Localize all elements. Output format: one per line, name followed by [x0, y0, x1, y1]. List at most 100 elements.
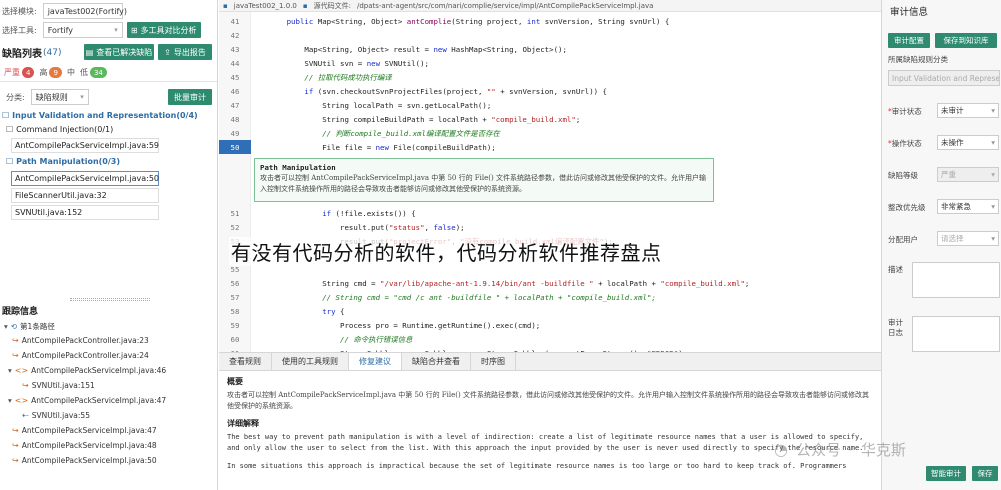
code-line[interactable]: 49 // 判断compile_build.xml编译配置文件是否存在 — [219, 126, 869, 140]
divider — [0, 81, 217, 82]
defect-file-item[interactable]: AntCompilePackServiceImpl.java:50 — [11, 171, 159, 186]
trace-root-label: 第1条路径 — [20, 322, 55, 331]
trace-item[interactable]: ↪ AntCompilePackController.java:24 — [12, 351, 149, 360]
code-line[interactable]: 56 String cmd = "/var/lib/apache-ant-1.9… — [219, 276, 869, 290]
code-line[interactable]: 52 result.put("status", false); — [219, 220, 869, 234]
code-text: String cmd = "/var/lib/apache-ant-1.9.14… — [251, 278, 750, 288]
line-number[interactable]: 44 — [219, 59, 251, 68]
export-report-button[interactable]: ⇪ 导出报告 — [158, 44, 212, 60]
trace-item-label: SVNUtil.java:151 — [31, 381, 95, 390]
group1-header[interactable]: ☐ Input Validation and Representation(0/… — [2, 111, 198, 120]
code-line[interactable]: 44 SVNUtil svn = new SVNUtil(); — [219, 56, 869, 70]
line-number[interactable]: 58 — [219, 307, 251, 316]
desc-textarea[interactable] — [912, 262, 1000, 298]
code-line[interactable]: 57 // String cmd = "cmd /c ant -buildfil… — [219, 290, 869, 304]
resize-handle[interactable] — [70, 298, 150, 301]
defects-header: 缺陷列表 (47) — [2, 45, 61, 61]
chevron-down-icon: ▾ — [114, 26, 118, 34]
resolved-defects-label: 查看已解决缺陷 — [96, 47, 153, 57]
line-number[interactable]: 47 — [219, 101, 251, 110]
line-number[interactable]: 57 — [219, 293, 251, 302]
resolved-defects-button[interactable]: ▤ 查看已解决缺陷 — [84, 44, 154, 60]
code-line[interactable]: 46 if (svn.checkoutSvnProjectFiles(proje… — [219, 84, 869, 98]
code-line[interactable]: 48 String compileBuildPath = localPath +… — [219, 112, 869, 126]
code-line[interactable]: 41 public Map<String, Object> antComplie… — [219, 14, 869, 28]
module-select-value: javaTest002(Fortify) — [47, 6, 127, 16]
trace-item[interactable]: ↪ SVNUtil.java:151 — [22, 381, 95, 390]
trace-item[interactable]: ↪ AntCompilePackController.java:23 — [12, 336, 149, 345]
code-line[interactable]: 43 Map<String, Object> result = new Hash… — [219, 42, 869, 56]
watermark-text-b: 华克斯 — [860, 441, 906, 459]
severity-high-filter[interactable]: 高 9 — [39, 67, 62, 78]
save-to-kb-button[interactable]: 保存到知识库 — [935, 33, 997, 48]
code-line[interactable]: 58 try { — [219, 304, 869, 318]
code-line[interactable]: 59 Process pro = Runtime.getRuntime().ex… — [219, 318, 869, 332]
defect-file-item[interactable]: AntCompilePackServiceImpl.java:59 — [11, 138, 159, 153]
save-button[interactable]: 保存 — [972, 466, 998, 481]
code-text: // String cmd = "cmd /c ant -buildfile "… — [251, 292, 656, 302]
severity-low-filter[interactable]: 低 34 — [80, 67, 107, 78]
line-number[interactable]: 56 — [219, 279, 251, 288]
batch-audit-button[interactable]: 批量审计 — [168, 89, 212, 105]
trace-item-label: AntCompilePackController.java:23 — [21, 336, 149, 345]
line-number[interactable]: 48 — [219, 115, 251, 124]
line-number[interactable]: 51 — [219, 209, 251, 218]
trace-item[interactable]: ↪ AntCompilePackServiceImpl.java:47 — [12, 426, 157, 435]
log-label: 审计日志 — [888, 318, 903, 337]
line-number[interactable]: 60 — [219, 335, 251, 344]
severity-filters: 严重 4 高 9 中 低 34 — [4, 67, 107, 78]
line-number[interactable]: 42 — [219, 31, 251, 40]
module-select[interactable]: javaTest002(Fortify) — [42, 3, 127, 19]
line-number[interactable]: 50 — [219, 140, 251, 154]
defect-file-item[interactable]: FileScannerUtil.java:32 — [11, 188, 159, 203]
classify-row: 分类: 缺陷规则 ▾ — [6, 89, 89, 105]
explain-heading: 详细解释 — [227, 419, 259, 428]
code-line[interactable]: 51 if (!file.exists()) { — [219, 206, 869, 220]
assign-select[interactable]: 请选择 ▾ — [937, 231, 999, 246]
code-line[interactable]: 60 // 命令执行错误信息 — [219, 332, 869, 346]
code-line[interactable]: 45 // 拉取代码成功执行编译 — [219, 70, 869, 84]
compare-icon: ⊞ — [130, 25, 138, 35]
line-number[interactable]: 59 — [219, 321, 251, 330]
severity-critical-filter[interactable]: 严重 4 — [4, 67, 35, 78]
line-number[interactable]: 41 — [219, 17, 251, 26]
op-status-label: *操作状态 — [888, 139, 922, 148]
code-line[interactable]: 50 File file = new File(compileBuildPath… — [219, 140, 869, 154]
tab-view-rules[interactable]: 查看规则 — [219, 353, 272, 370]
compare-tools-button[interactable]: ⊞ 多工具对比分析 — [126, 22, 201, 38]
tab-sequence-diagram[interactable]: 时序图 — [471, 353, 516, 370]
line-number[interactable]: 45 — [219, 73, 251, 82]
tool-label: 选择工具: — [2, 25, 37, 35]
group2-subheader[interactable]: ☐ Path Manipulation(0/3) — [6, 157, 120, 166]
watermark: ◔ 公众号 · 华克斯 — [774, 439, 906, 460]
tab-tool-rules[interactable]: 使用的工具规则 — [272, 353, 349, 370]
classify-label: 分类: — [6, 92, 25, 102]
line-number[interactable]: 43 — [219, 45, 251, 54]
line-number[interactable]: 46 — [219, 87, 251, 96]
code-line[interactable]: 42 — [219, 28, 869, 42]
audit-status-select[interactable]: 未审计 ▾ — [937, 103, 999, 118]
group1-subheader[interactable]: ☐ Command Injection(0/1) — [6, 125, 113, 134]
audit-log-textarea[interactable] — [912, 316, 1000, 352]
classify-select[interactable]: 缺陷规则 ▾ — [30, 89, 89, 105]
chevron-down-icon: ▾ — [80, 93, 84, 101]
trace-item[interactable]: ▾ <> AntCompilePackServiceImpl.java:47 — [8, 396, 166, 405]
trace-item[interactable]: ↪ AntCompilePackServiceImpl.java:50 — [12, 456, 157, 465]
trace-root[interactable]: ▾ ⟲ 第1条路径 — [4, 321, 55, 332]
tool-select[interactable]: Fortify ▾ — [42, 22, 123, 38]
trace-item[interactable]: ▾ <> AntCompilePackServiceImpl.java:46 — [8, 366, 166, 375]
severity-mid-filter[interactable]: 中 — [67, 67, 75, 78]
audit-config-button[interactable]: 审计配置 — [888, 33, 930, 48]
priority-select[interactable]: 非常紧急 ▾ — [937, 199, 999, 214]
tab-fix-advice[interactable]: 修复建议 — [349, 353, 402, 370]
code-line[interactable]: 47 String localPath = svn.getLocalPath()… — [219, 98, 869, 112]
smart-audit-button[interactable]: 智能审计 — [926, 466, 966, 481]
line-number[interactable]: 52 — [219, 223, 251, 232]
tab-merge-view[interactable]: 缺陷合并查看 — [402, 353, 471, 370]
trace-item[interactable]: ⇠ SVNUtil.java:55 — [22, 411, 90, 420]
op-status-select[interactable]: 未操作 ▾ — [937, 135, 999, 150]
trace-item[interactable]: ↪ AntCompilePackServiceImpl.java:48 — [12, 441, 157, 450]
trace-item-label: AntCompilePackServiceImpl.java:50 — [21, 456, 157, 465]
line-number[interactable]: 49 — [219, 129, 251, 138]
defect-file-item[interactable]: SVNUtil.java:152 — [11, 205, 159, 220]
